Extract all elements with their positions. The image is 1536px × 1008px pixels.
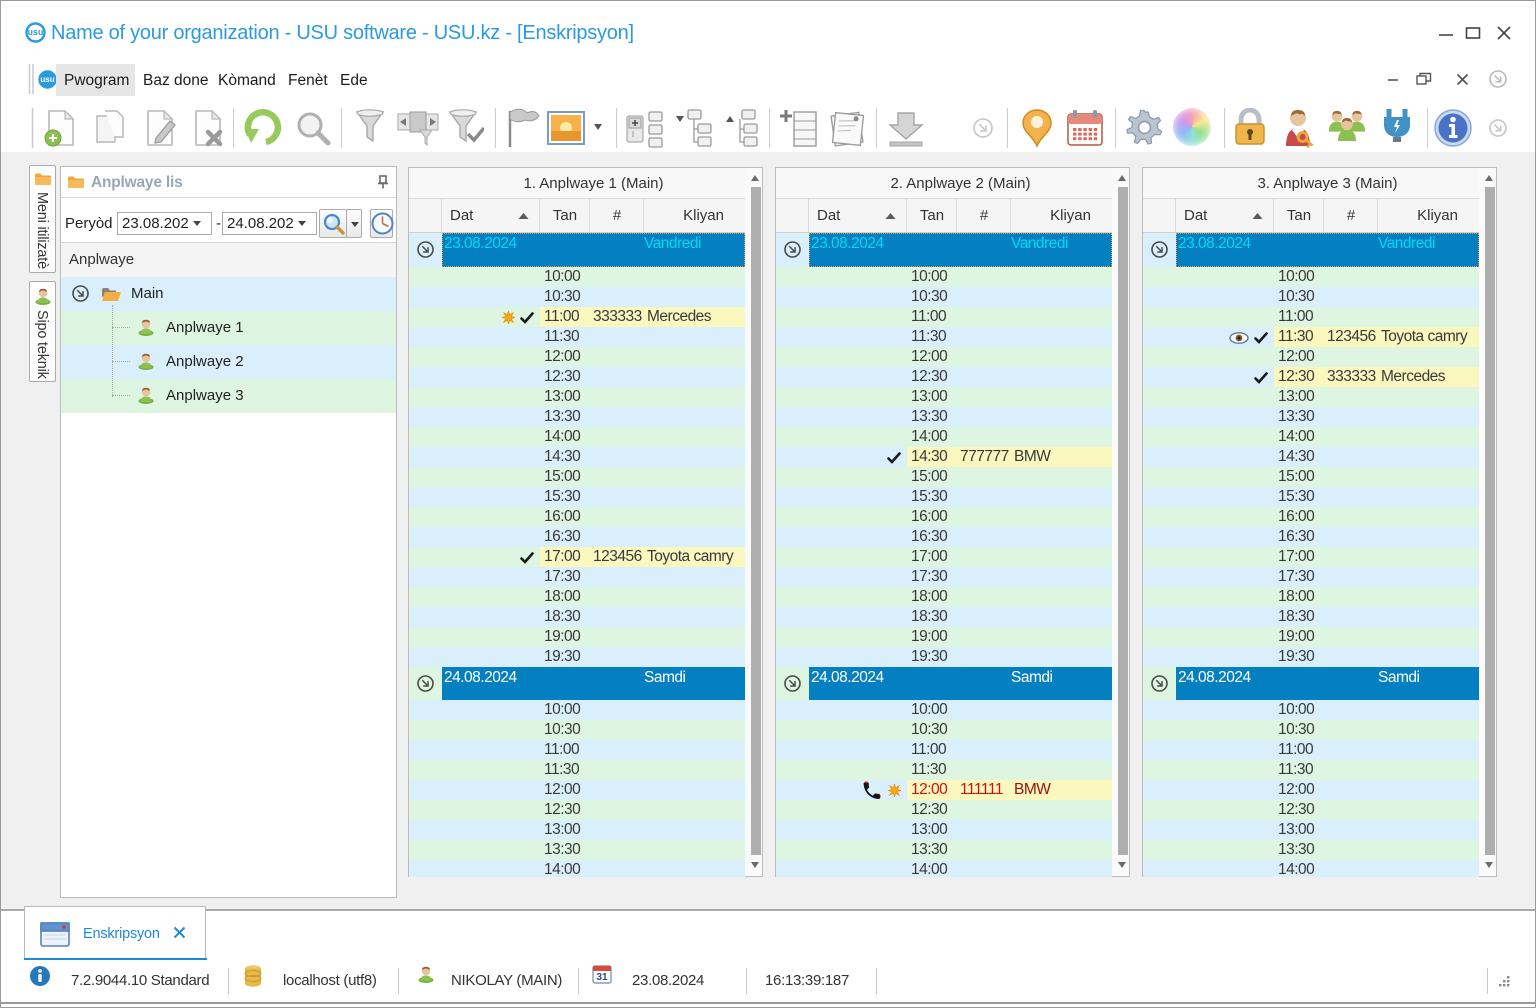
svg-text:usu: usu [40,75,54,84]
svg-text:31: 31 [596,972,608,983]
svg-text:usu: usu [28,27,44,37]
